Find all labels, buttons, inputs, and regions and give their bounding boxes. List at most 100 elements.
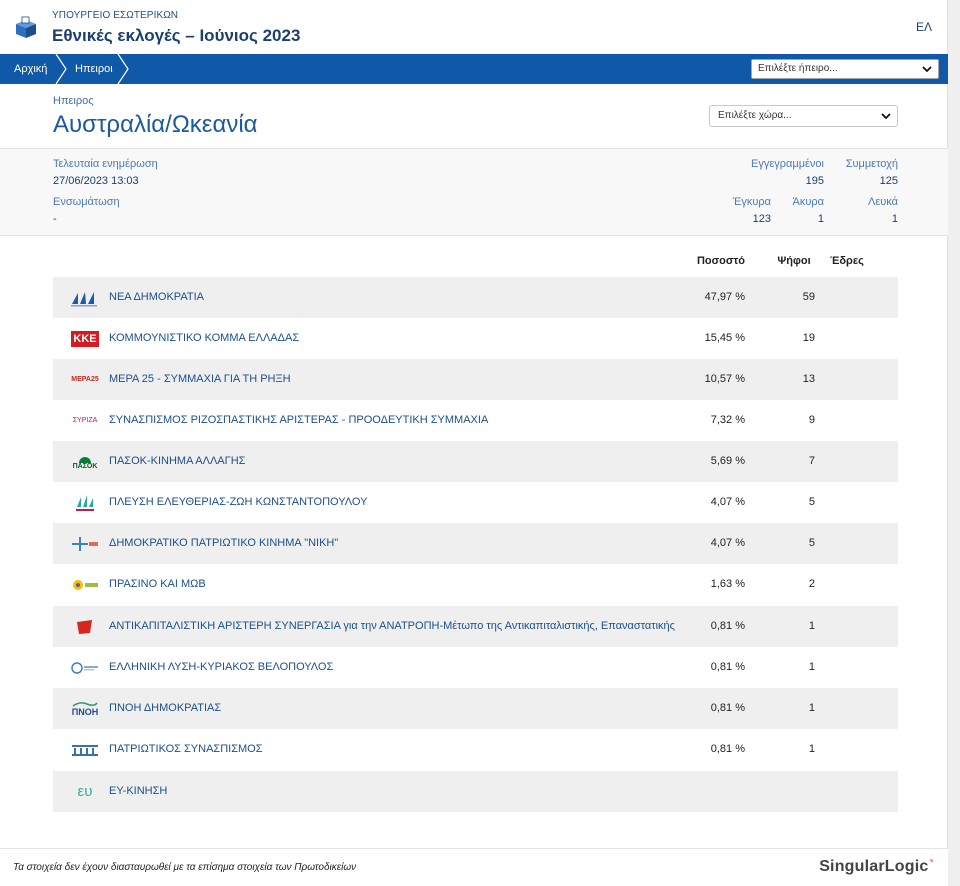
party-votes: 2	[808, 578, 815, 590]
columns-icon	[72, 744, 98, 756]
niki-logo	[69, 533, 101, 554]
table-row[interactable]: ΠΑΤΡΙΩΤΙΚΟΣ ΣΥΝΑΣΠΙΣΜΟΣ 0,81 % 1	[53, 729, 898, 770]
party-votes: 1	[808, 743, 815, 755]
party-name[interactable]: ΠΡΑΣΙΝΟ ΚΑΙ ΜΩΒ	[109, 578, 679, 590]
valid-value: 123	[752, 213, 771, 225]
party-percent: 4,07 %	[710, 537, 745, 549]
mera25-logo-text: ΜΕΡΑ25	[71, 376, 99, 383]
ey-kinisi-logo-text: ευ	[77, 783, 93, 800]
table-row[interactable]: ΠΛΕΥΣΗ ΕΛΕΥΘΕΡΙΑΣ-ΖΩΗ ΚΩΝΣΤΑΝΤΟΠΟΥΛΟΥ 4,…	[53, 482, 898, 523]
prasino-logo	[69, 574, 101, 595]
party-percent: 4,07 %	[710, 496, 745, 508]
table-row[interactable]: ΠΡΑΣΙΝΟ ΚΑΙ ΜΩΒ 1,63 % 2	[53, 564, 898, 605]
language-switcher[interactable]: ΕΛ	[916, 20, 932, 34]
country-select[interactable]: Επιλέξτε χώρα...	[709, 105, 898, 127]
party-percent: 0,81 %	[710, 620, 745, 632]
sunflower-icon	[73, 579, 98, 590]
party-percent: 0,81 %	[710, 743, 745, 755]
breadcrumb-continents[interactable]: Ηπειροι	[75, 54, 113, 84]
antarsya-logo	[69, 616, 101, 637]
integration-value: -	[53, 213, 57, 225]
region-name: Αυστραλία/Ωκεανία	[53, 111, 258, 138]
blank-value: 1	[891, 213, 898, 225]
cross-icon	[72, 536, 98, 551]
col-header-seats: Έδρες	[830, 255, 864, 267]
party-name[interactable]: ΠΝΟΗ ΔΗΜΟΚΡΑΤΙΑΣ	[109, 702, 679, 714]
brand-mark: ˺	[928, 858, 934, 875]
party-name[interactable]: ΠΑΣΟΚ-ΚΙΝΗΜΑ ΑΛΛΑΓΗΣ	[109, 455, 679, 467]
sun-icon	[79, 456, 91, 463]
breadcrumb-home[interactable]: Αρχική	[14, 54, 47, 84]
pnoi-logo: ΠΝΟΗ	[69, 698, 101, 719]
party-votes: 5	[808, 537, 815, 549]
table-row[interactable]: ΜΕΡΑ25 ΜΕΡΑ 25 - ΣΥΜΜΑΧΙΑ ΓΙΑ ΤΗ ΡΗΞΗ 10…	[53, 359, 898, 400]
integration-label: Ενσωμάτωση	[53, 196, 120, 208]
pnoi-logo-text: ΠΝΟΗ	[71, 706, 99, 717]
syriza-logo: ΣΥΡΙΖΑ	[69, 410, 101, 431]
page-gutter	[948, 0, 960, 886]
sail-icon	[76, 494, 94, 511]
chevron-down-icon	[922, 66, 932, 73]
col-header-votes: Ψήφοι	[777, 255, 811, 267]
party-name[interactable]: ΝΕΑ ΔΗΜΟΚΡΑΤΙΑ	[109, 291, 679, 303]
plefsi-logo	[69, 492, 101, 513]
party-votes: 13	[802, 373, 815, 385]
party-name[interactable]: ΜΕΡΑ 25 - ΣΥΜΜΑΧΙΑ ΓΙΑ ΤΗ ΡΗΞΗ	[109, 373, 679, 385]
continent-select-value: Επιλέξτε ήπειρο...	[758, 63, 838, 74]
country-select-value: Επιλέξτε χώρα...	[718, 110, 792, 121]
party-name[interactable]: ΚΟΜΜΟΥΝΙΣΤΙΚΟ ΚΟΜΜΑ ΕΛΛΑΔΑΣ	[109, 332, 679, 344]
red-flag-icon	[77, 619, 92, 634]
table-row[interactable]: ευ ΕΥ-ΚΙΝΗΣΗ	[53, 771, 898, 812]
kke-logo-text: ΚΚΕ	[71, 330, 99, 347]
table-row[interactable]: ΔΗΜΟΚΡΑΤΙΚΟ ΠΑΤΡΙΩΤΙΚΟ ΚΙΝΗΜΑ "ΝΙΚΗ" 4,0…	[53, 523, 898, 564]
table-row[interactable]: ΠΑΣΟΚ ΠΑΣΟΚ-ΚΙΝΗΜΑ ΑΛΛΑΓΗΣ 5,69 % 7	[53, 441, 898, 482]
app-header: ΥΠΟΥΡΓΕΙΟ ΕΣΩΤΕΡΙΚΩΝ Εθνικές εκλογές – Ι…	[0, 0, 948, 54]
party-name[interactable]: ΔΗΜΟΚΡΑΤΙΚΟ ΠΑΤΡΙΩΤΙΚΟ ΚΙΝΗΜΑ "ΝΙΚΗ"	[109, 537, 679, 549]
registered-label: Εγγεγραμμένοι	[751, 158, 824, 170]
syriza-logo-text: ΣΥΡΙΖΑ	[72, 417, 98, 424]
invalid-label: Άκυρα	[792, 196, 824, 208]
valid-label: Έγκυρα	[732, 196, 771, 208]
party-votes: 5	[808, 496, 815, 508]
party-votes: 19	[802, 332, 815, 344]
party-percent: 1,63 %	[710, 578, 745, 590]
party-percent: 47,97 %	[704, 291, 745, 303]
table-row[interactable]: ΠΝΟΗ ΠΝΟΗ ΔΗΜΟΚΡΑΤΙΑΣ 0,81 % 1	[53, 688, 898, 729]
party-votes: 7	[808, 455, 815, 467]
last-update-label: Τελευταία ενημέρωση	[53, 158, 158, 170]
table-row[interactable]: ΚΚΕ ΚΟΜΜΟΥΝΙΣΤΙΚΟ ΚΟΜΜΑ ΕΛΛΑΔΑΣ 15,45 % …	[53, 318, 898, 359]
elliniki-lysi-logo	[69, 657, 101, 678]
party-votes: 59	[802, 291, 815, 303]
turnout-label: Συμμετοχή	[845, 158, 898, 170]
party-votes: 1	[808, 620, 815, 632]
table-row[interactable]: ΝΕΑ ΔΗΜΟΚΡΑΤΙΑ 47,97 % 59	[53, 277, 898, 318]
registered-value: 195	[805, 175, 824, 187]
page-title: Εθνικές εκλογές – Ιούνιος 2023	[52, 26, 301, 45]
table-row[interactable]: ΑΝΤΙΚΑΠΙΤΑΛΙΣΤΙΚΗ ΑΡΙΣΤΕΡΗ ΣΥΝΕΡΓΑΣΙΑ γι…	[53, 606, 898, 647]
page: ΥΠΟΥΡΓΕΙΟ ΕΣΩΤΕΡΙΚΩΝ Εθνικές εκλογές – Ι…	[0, 0, 948, 886]
kke-logo: ΚΚΕ	[69, 328, 101, 349]
chevron-right-icon	[117, 54, 129, 84]
party-votes: 1	[808, 702, 815, 714]
region-type-label: Ηπειρος	[53, 95, 94, 107]
turnout-value: 125	[879, 175, 898, 187]
globe-icon	[71, 661, 98, 674]
table-row[interactable]: ΕΛΛΗΝΙΚΗ ΛΥΣΗ-ΚΥΡΙΑΚΟΣ ΒΕΛΟΠΟΥΛΟΣ 0,81 %…	[53, 647, 898, 688]
party-name[interactable]: ΕΛΛΗΝΙΚΗ ΛΥΣΗ-ΚΥΡΙΑΚΟΣ ΒΕΛΟΠΟΥΛΟΣ	[109, 661, 679, 673]
party-percent: 10,57 %	[704, 373, 745, 385]
table-row[interactable]: ΣΥΡΙΖΑ ΣΥΝΑΣΠΙΣΜΟΣ ΡΙΖΟΣΠΑΣΤΙΚΗΣ ΑΡΙΣΤΕΡ…	[53, 400, 898, 441]
singularlogic-logo[interactable]: SingularLogic˺	[819, 858, 934, 876]
chevron-down-icon	[881, 113, 891, 120]
party-percent: 5,69 %	[710, 455, 745, 467]
party-name[interactable]: ΠΛΕΥΣΗ ΕΛΕΥΘΕΡΙΑΣ-ΖΩΗ ΚΩΝΣΤΑΝΤΟΠΟΥΛΟΥ	[109, 496, 679, 508]
ey-kinisi-logo: ευ	[69, 781, 101, 802]
ballot-box-icon	[16, 16, 36, 38]
nd-logo	[69, 287, 101, 308]
party-name[interactable]: ΣΥΝΑΣΠΙΣΜΟΣ ΡΙΖΟΣΠΑΣΤΙΚΗΣ ΑΡΙΣΤΕΡΑΣ - ΠΡ…	[109, 414, 679, 426]
patriotikos-logo	[69, 739, 101, 760]
divider	[0, 235, 948, 236]
continent-select[interactable]: Επιλέξτε ήπειρο...	[751, 59, 939, 79]
party-name[interactable]: ΕΥ-ΚΙΝΗΣΗ	[109, 785, 679, 797]
party-name[interactable]: ΠΑΤΡΙΩΤΙΚΟΣ ΣΥΝΑΣΠΙΣΜΟΣ	[109, 743, 679, 755]
party-name[interactable]: ΑΝΤΙΚΑΠΙΤΑΛΙΣΤΙΚΗ ΑΡΙΣΤΕΡΗ ΣΥΝΕΡΓΑΣΙΑ γι…	[109, 620, 679, 632]
